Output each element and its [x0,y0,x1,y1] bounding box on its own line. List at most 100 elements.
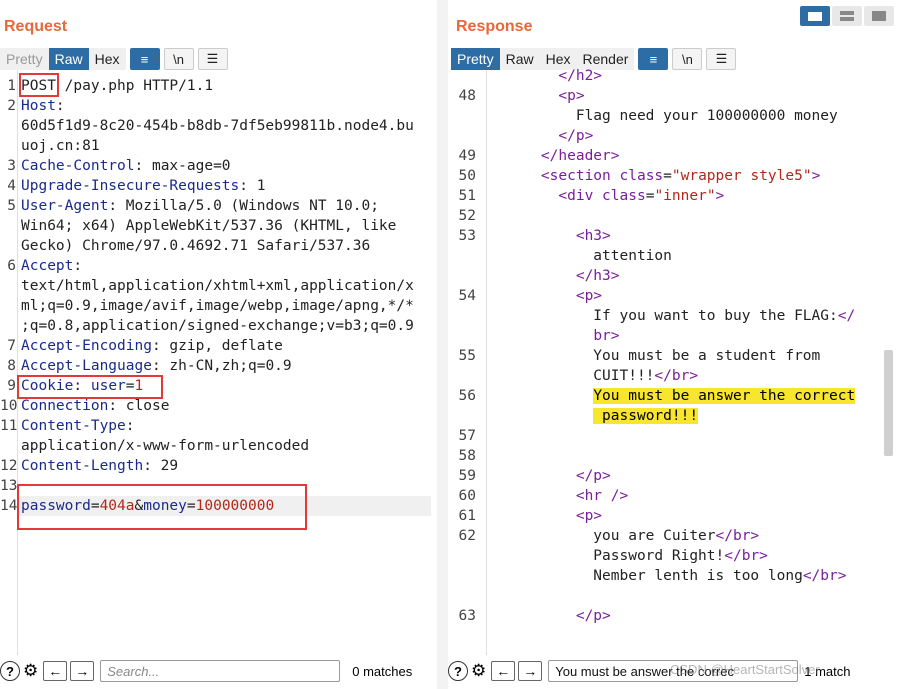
code-token: class [619,168,664,184]
line-number: 60 [458,488,476,504]
code-token: You must be a student from [506,348,821,364]
line-number: 2 [7,98,16,114]
response-scrollbar[interactable] [884,350,893,456]
tab-hex[interactable]: Hex [88,48,126,70]
line-number: 56 [458,388,476,404]
line-number: 50 [458,168,476,184]
line-number [448,406,476,426]
code-line: <p> [506,506,855,526]
line-number: 7 [7,338,16,354]
line-number [448,126,476,146]
line-number [448,66,476,86]
line-number: 6 [7,258,16,274]
line-number: 8 [7,358,16,374]
menu-icon[interactable]: ☰ [197,48,228,70]
code-line: Upgrade-Insecure-Requests: 1 [21,176,414,196]
annotation-box-post [19,73,59,97]
previous-arrow-icon[interactable]: ← [491,661,516,681]
code-token: 60d5f1d9-8c20-454b-b8db-7df5eb99811b.nod… [21,118,414,134]
code-token: "inner" [654,188,716,204]
code-token: Accept [21,258,74,274]
code-token: : [55,98,65,114]
line-number [0,136,16,156]
code-line: <p> [506,86,855,106]
tab-raw[interactable]: Raw [48,48,89,70]
line-number: 10 [0,398,18,414]
code-line: Win64; x64) AppleWebKit/537.36 (KHTML, l… [21,216,414,236]
code-token: <div [558,188,603,204]
line-number: 54 [458,288,476,304]
previous-arrow-icon[interactable]: ← [43,661,68,681]
split-vertical-icon[interactable] [832,6,862,26]
settings-gear-icon[interactable]: ⚙ [23,661,38,681]
code-token: Connection [21,398,109,414]
code-line: <section class="wrapper style5"> [506,166,855,186]
split-horizontal-icon[interactable] [800,6,830,26]
code-token: Nember lenth is too long [506,568,803,584]
single-pane-icon[interactable] [864,6,894,26]
code-token: You must be answer the correct [593,388,856,404]
settings-gear-icon[interactable]: ⚙ [471,661,486,681]
code-token: application/x-www-form-urlencoded [21,438,310,454]
code-token: > [715,188,725,204]
code-line: Content-Length: 29 [21,456,414,476]
code-token: <section [540,168,620,184]
line-number [448,366,476,386]
newline-toggle-icon[interactable]: \n [163,48,194,70]
request-search-input[interactable]: Search... [100,660,341,682]
code-line: You must be answer the correct [506,386,856,406]
line-number [448,326,476,346]
pane-divider[interactable] [437,0,448,689]
wrap-lines-icon[interactable]: ≡ [129,48,160,70]
code-token: ;q=0.8,application/signed-exchange;v=b3;… [21,318,414,334]
code-token: uoj.cn:81 [21,138,100,154]
line-number: 52 [458,208,476,224]
code-token: : [73,258,83,274]
code-line: text/html,application/xhtml+xml,applicat… [21,276,414,296]
code-token: Content-Length [21,458,144,474]
request-pane: Request Pretty Raw Hex ≡ \n ☰ 1234567891… [0,0,437,689]
code-token: </br> [715,528,760,544]
code-line: application/x-www-form-urlencoded [21,436,414,456]
code-line: You must be a student from [506,346,855,366]
code-line: CUIT!!!</br> [506,366,855,386]
line-number: 63 [458,608,476,624]
code-line: </header> [506,146,855,166]
request-line-numbers: 1 2 3 4 5 6 7 8 9 10 11 12 13 14 [0,76,18,516]
line-number: 61 [458,508,476,524]
help-icon[interactable]: ? [0,661,20,681]
tab-pretty[interactable]: Pretty [0,48,49,70]
line-number [448,566,476,586]
line-number [0,316,16,336]
next-arrow-icon[interactable]: → [518,661,543,681]
code-line: uoj.cn:81 [21,136,414,156]
code-token: </ [837,308,856,324]
annotation-box-body [17,484,307,530]
next-arrow-icon[interactable]: → [70,661,95,681]
line-number [0,296,16,316]
response-editor[interactable]: </h2> <p> Flag need your 100000000 money… [506,66,856,642]
line-number [448,246,476,266]
code-token: ml;q=0.9,image/avif,image/webp,image/apn… [21,298,414,314]
help-icon[interactable]: ? [448,661,468,681]
code-line: Connection: close [21,396,414,416]
code-token: If you want to buy the FLAG: [506,308,838,324]
code-token: br> [593,328,620,344]
response-pane: Response Pretty Raw Hex Render ≡ \n ☰ 48… [448,0,902,689]
request-editor[interactable]: POST /pay.php HTTP/1.1 Host: 60d5f1d9-8c20… [21,76,414,516]
code-line: Accept-Language: zh-CN,zh;q=0.9 [21,356,414,376]
line-number [0,236,16,256]
code-line: Gecko) Chrome/97.0.4692.71 Safari/537.36 [21,236,414,256]
code-token: Win64; x64) AppleWebKit/537.36 (KHTML, l… [21,218,397,234]
line-number: 12 [0,458,18,474]
code-token: : Mozilla/5.0 (Windows NT 10.0; [108,198,379,214]
